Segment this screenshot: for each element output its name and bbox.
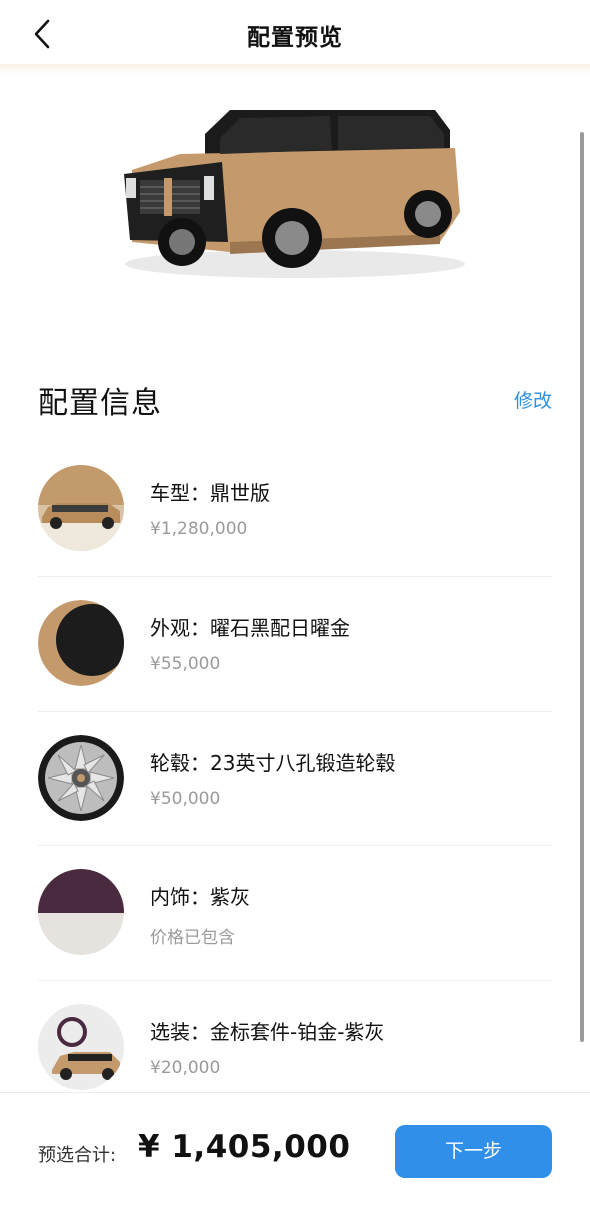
option-package-thumb bbox=[38, 1004, 124, 1090]
config-item-interior[interactable]: 内饰：紫灰 价格已包含 bbox=[38, 869, 552, 957]
page-title: 配置预览 bbox=[247, 25, 343, 51]
vehicle-hero-image bbox=[124, 110, 465, 278]
bottom-bar: 预选合计: ¥ 1,405,000 下一步 bbox=[0, 1092, 590, 1209]
edit-link[interactable]: 修改 bbox=[514, 386, 552, 413]
item-name: 轮毂：23英寸八孔锻造轮毂 bbox=[150, 751, 396, 775]
item-price: ¥55,000 bbox=[150, 654, 221, 674]
item-name: 选装：金标套件-铂金-紫灰 bbox=[150, 1020, 385, 1044]
color-swatch-black-gold bbox=[38, 600, 124, 686]
scrollbar[interactable] bbox=[580, 132, 584, 1042]
total-price: ¥ 1,405,000 bbox=[138, 1129, 351, 1165]
item-name: 内饰：紫灰 bbox=[150, 885, 250, 909]
config-item-exterior[interactable]: 外观：曜石黑配日曜金 ¥55,000 bbox=[38, 600, 552, 688]
divider bbox=[38, 576, 552, 577]
item-price: ¥50,000 bbox=[150, 789, 221, 809]
item-name: 车型：鼎世版 bbox=[150, 481, 270, 505]
vehicle-side-thumb bbox=[38, 465, 124, 551]
config-item-wheels[interactable]: 轮毂：23英寸八孔锻造轮毂 ¥50,000 bbox=[38, 735, 552, 823]
item-price: 价格已包含 bbox=[150, 928, 235, 948]
next-step-button[interactable]: 下一步 bbox=[395, 1125, 552, 1178]
nav-bar: 配置预览 bbox=[0, 0, 590, 64]
divider bbox=[38, 845, 552, 846]
nav-divider bbox=[0, 64, 590, 74]
divider bbox=[38, 711, 552, 712]
item-price: ¥20,000 bbox=[150, 1058, 221, 1078]
item-name: 外观：曜石黑配日曜金 bbox=[150, 616, 350, 640]
config-item-model[interactable]: 车型：鼎世版 ¥1,280,000 bbox=[38, 465, 552, 553]
wheel-thumb bbox=[38, 735, 124, 821]
section-title: 配置信息 bbox=[38, 386, 162, 421]
config-item-options[interactable]: 选装：金标套件-铂金-紫灰 ¥20,000 bbox=[38, 1004, 552, 1092]
total-label: 预选合计: bbox=[38, 1145, 117, 1166]
interior-swatch-purple-grey bbox=[38, 869, 124, 955]
item-price: ¥1,280,000 bbox=[150, 519, 248, 539]
divider bbox=[38, 980, 552, 981]
